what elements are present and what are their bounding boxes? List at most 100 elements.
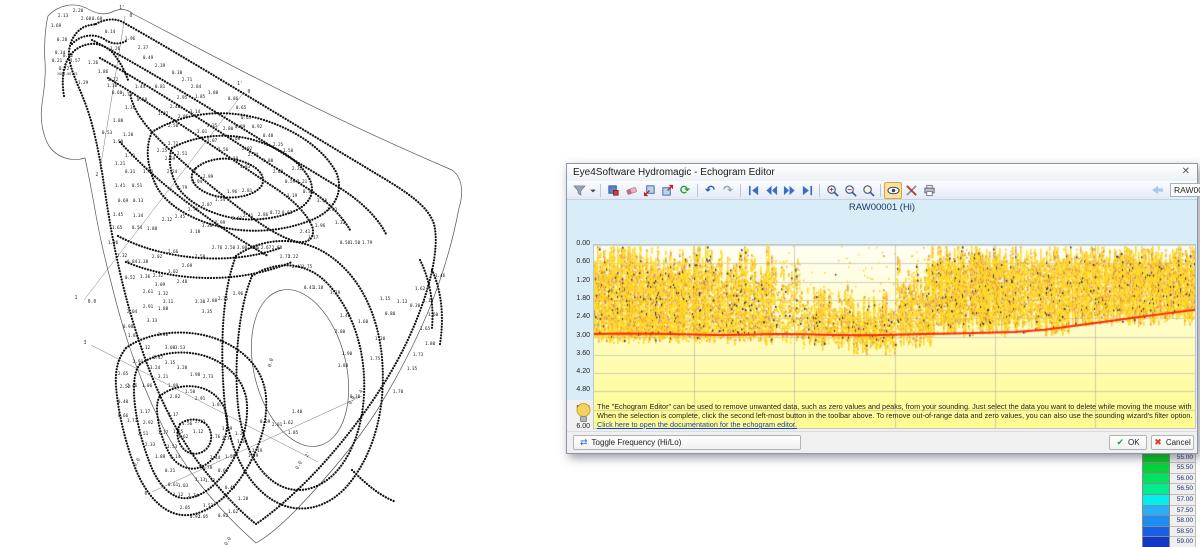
map-depth-label: 2.48 [177,279,188,285]
map-depth-label: 3.18 [190,229,201,235]
zoom-reset-button[interactable] [859,182,877,199]
map-depth-label: 3.30 [195,299,206,305]
map-depth-label: 2.95 [177,95,188,101]
legend-row: 55.50 [1142,462,1200,473]
map-depth-label: 2.91 [143,304,154,310]
close-icon[interactable]: ✕ [1182,166,1190,177]
filter-caret-button[interactable] [588,182,597,199]
legend-row: 56.50 [1142,483,1200,494]
map-depth-label: 1.45 [113,212,124,218]
map-depth-label: 1.80 [425,341,436,347]
toggle-frequency-label: Toggle Frequency (Hi/Lo) [592,438,682,447]
toggle-frequency-icon: ⇄ [580,437,588,448]
map-depth-label: 2.35 [207,123,218,129]
map-depth-label: 3.13 [147,318,158,324]
print-button[interactable] [920,182,938,199]
legend-row: 57.50 [1142,505,1200,516]
go-last-button[interactable] [798,182,816,199]
ok-button[interactable]: ✔ OK [1109,435,1147,450]
redo-button[interactable]: ↷ [719,182,737,199]
map-depth-label: 1.44 [135,84,146,90]
zoom-out-icon [844,184,857,197]
redo-icon: ↷ [723,184,733,196]
map-depth-label: 1.20 [238,496,249,502]
map-depth-label: 2.87 [202,202,213,208]
map-depth-label: 1.86 [98,69,109,75]
map-depth-label: 1.20 [123,132,134,138]
map-depth-label: 2.06 [249,245,260,251]
map-depth-label: 2.60 [81,16,92,22]
map-depth-label: 1.53 [167,444,178,450]
map-depth-label: 1.80 [338,363,349,369]
map-depth-label: 2.91 [133,359,144,365]
map-depth-label: 2.65 [118,371,129,377]
map-depth-label: 1.03 [178,483,189,489]
map-depth-label: 1.65 [420,326,431,332]
legend-color-swatch [1142,505,1170,516]
zoom-out-button[interactable] [841,182,859,199]
legend-depth-value: 57.50 [1170,505,1196,516]
delete-selection-button[interactable] [604,182,622,199]
map-depth-label: 1.89 [222,426,233,432]
refresh-button[interactable]: ⟳ [676,182,694,199]
import-box-button[interactable] [640,182,658,199]
zoom-in-button[interactable] [823,182,841,199]
eraser-button[interactable] [622,182,640,199]
map-depth-label: 1.65 [112,225,123,231]
map-depth-label: 1.47 [153,355,164,361]
go-previous-button[interactable] [762,182,780,199]
dialog-titlebar[interactable]: Eye4Software Hydromagic - Echogram Edito… [567,164,1197,182]
legend-color-swatch [1142,526,1170,537]
map-depth-label: 1.21 [235,431,246,437]
map-depth-label: 2.94 [192,179,203,185]
map-depth-label: 1.62 [283,420,294,426]
file-selector-combobox[interactable]: RAW00001 ▾ [1170,183,1200,197]
go-previous-icon [765,184,778,197]
map-depth-label: 0.78 [202,465,213,471]
depth-color-legend: 55.0055.5056.0056.5057.0057.5058.0058.50… [1142,441,1200,547]
map-depth-label: 1.21 [115,161,126,167]
map-depth-label: 1.96 [125,36,136,42]
previous-file-arrow-icon[interactable] [1148,182,1166,199]
undo-button[interactable]: ↶ [701,182,719,199]
map-depth-label: 0.52 [125,275,136,281]
map-depth-label: 1.57 [70,58,81,64]
map-depth-label: 1.18 [313,285,324,291]
map-depth-label: 3.07 [207,138,218,144]
toggle-frequency-button[interactable]: ⇄ Toggle Frequency (Hi/Lo) [573,435,801,450]
dialog-toolbar: ⟳↶↷ RAW00001 ▾ N/A N/A N/A [567,181,1197,200]
map-depth-label: 1.19 [287,193,298,199]
map-depth-label: 1.41 [115,183,126,189]
map-depth-label: 1.79 [362,240,373,246]
map-depth-label: 2.39 [155,63,166,69]
map-depth-label: 3.38 [202,223,213,229]
cancel-button[interactable]: ✖ Cancel [1151,435,1194,450]
map-section-label: 0.0 [132,457,142,468]
eye-icon [887,184,900,197]
map-depth-label: 2.24 [167,169,178,175]
go-first-button[interactable] [744,182,762,199]
y-axis-tick-label: 1.80 [567,295,590,302]
map-depth-label: 0.86 [228,96,239,102]
tools-icon [905,184,918,197]
map-depth-label: 2.13 [58,13,69,19]
documentation-link[interactable]: Click here to open the documentation for… [597,420,797,429]
zoom-in-icon [826,184,839,197]
map-depth-label: 1.62 [228,509,239,515]
map-depth-label: 3.09 [155,282,166,288]
map-depth-label: 3.35 [202,309,213,315]
map-depth-label: 1.36 [108,240,119,246]
export-box-button[interactable] [658,182,676,199]
map-depth-label: 2.21 [297,179,308,185]
eye-button[interactable] [884,182,902,199]
map-depth-label: 2.73 [203,374,214,380]
tools-button[interactable] [902,182,920,199]
map-depth-label: 2.50 [168,123,179,129]
filter-funnel-button[interactable] [570,182,588,199]
map-depth-label: 1.80 [208,90,219,96]
map-depth-label: 0.14 [105,29,116,35]
map-depth-label: 0.51 [132,183,143,189]
map-depth-label: 2.99 [203,174,214,180]
map-depth-label: 2.20 [73,8,84,14]
go-next-button[interactable] [780,182,798,199]
